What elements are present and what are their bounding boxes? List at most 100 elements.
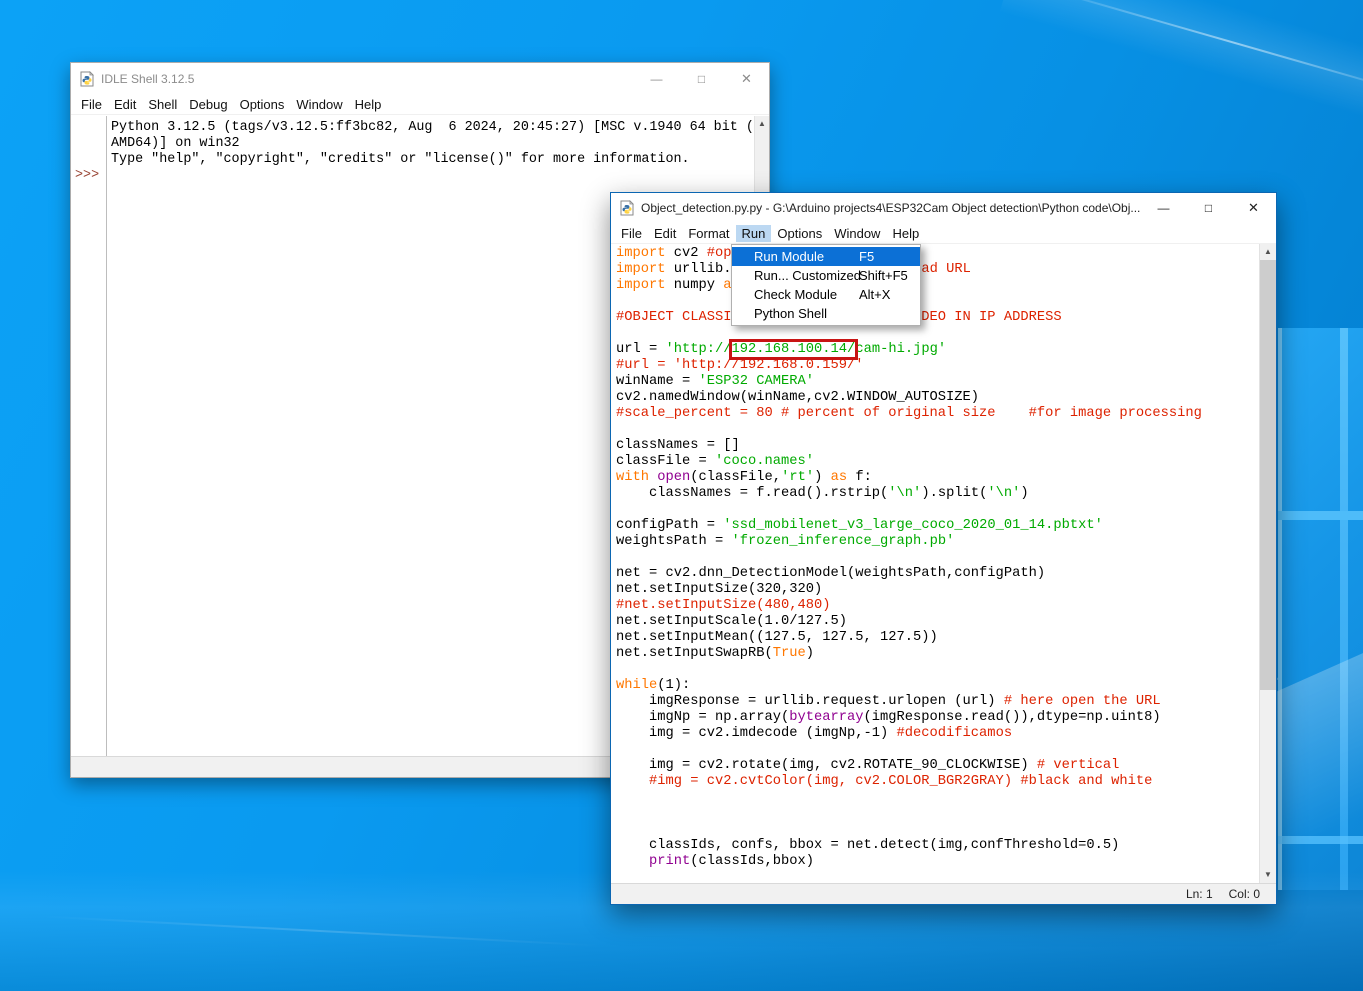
menu-item-edit[interactable]: Edit: [108, 96, 142, 113]
menu-item-options[interactable]: Options: [234, 96, 291, 113]
code-token: img = cv2.imdecode (imgNp,-1): [616, 726, 897, 741]
menu-item-debug[interactable]: Debug: [183, 96, 233, 113]
minimize-icon[interactable]: —: [634, 63, 679, 94]
code-line: net.setInputSwapRB(True): [616, 646, 1258, 662]
code-token: winName =: [616, 374, 699, 389]
code-line: [616, 822, 1258, 838]
menu-item-window[interactable]: Window: [828, 225, 886, 242]
code-line: imgResponse = urllib.request.urlopen (ur…: [616, 694, 1258, 710]
scroll-up-icon[interactable]: ▲: [758, 116, 766, 132]
menu-item-run-module[interactable]: Run Module F5: [732, 247, 920, 266]
code-token: while: [616, 678, 657, 693]
idle-file-icon: [619, 200, 635, 216]
editor-statusbar: Ln: 1 Col: 0: [611, 883, 1276, 904]
menu-item-label: Check Module: [754, 287, 859, 302]
menu-item-file[interactable]: File: [615, 225, 648, 242]
code-token: with: [616, 470, 649, 485]
code-line: with open(classFile,'rt') as f:: [616, 470, 1258, 486]
code-line: classNames = []: [616, 438, 1258, 454]
code-token: '\n': [987, 486, 1020, 501]
code-token: (classIds,bbox): [690, 854, 814, 869]
shell-titlebar[interactable]: IDLE Shell 3.12.5 — □ ✕: [71, 63, 769, 94]
minimize-icon[interactable]: —: [1141, 193, 1186, 223]
code-token: net.setInputSwapRB(: [616, 646, 773, 661]
code-token: [616, 854, 649, 869]
windows-logo-wallpaper: [1278, 328, 1363, 890]
menu-item-options[interactable]: Options: [771, 225, 828, 242]
shell-caption-buttons: — □ ✕: [634, 63, 769, 94]
code-token: (1):: [657, 678, 690, 693]
code-token: as: [831, 470, 848, 485]
close-icon[interactable]: ✕: [1231, 193, 1276, 223]
code-line: while(1):: [616, 678, 1258, 694]
code-line: cv2.namedWindow(winName,cv2.WINDOW_AUTOS…: [616, 390, 1258, 406]
menu-item-run[interactable]: Run: [736, 225, 772, 242]
code-token: 'frozen_inference_graph.pb': [732, 534, 955, 549]
code-line: [616, 502, 1258, 518]
close-icon[interactable]: ✕: [724, 63, 769, 94]
menu-item-label: Run... Customized: [754, 268, 859, 283]
code-token: import: [616, 246, 666, 261]
menu-item-label: Python Shell: [754, 306, 859, 321]
shell-prompt: >>>: [71, 168, 106, 184]
menu-item-accelerator: F5: [859, 249, 874, 264]
editor-window-title: Object_detection.py.py - G:\Arduino proj…: [641, 201, 1140, 215]
scrollbar-thumb[interactable]: [1260, 260, 1276, 690]
menu-item-python-shell[interactable]: Python Shell: [732, 304, 920, 323]
editor-scrollbar[interactable]: ▲ ▼: [1259, 244, 1276, 883]
code-line: classIds, confs, bbox = net.detect(img,c…: [616, 838, 1258, 854]
code-token: 'ESP32 CAMERA': [699, 374, 815, 389]
code-line: [616, 742, 1258, 758]
maximize-icon[interactable]: □: [679, 63, 724, 94]
code-token: 'rt': [781, 470, 814, 485]
menu-item-shell[interactable]: Shell: [142, 96, 183, 113]
code-line: #OBJECT CLASSIFICATION PROGRAM FOR VIDEO…: [616, 310, 1258, 326]
menu-item-help[interactable]: Help: [349, 96, 388, 113]
shell-output-area[interactable]: Python 3.12.5 (tags/v3.12.5:ff3bc82, Aug…: [111, 120, 753, 168]
code-line: [616, 326, 1258, 342]
menu-item-check-module[interactable]: Check Module Alt+X: [732, 285, 920, 304]
run-dropdown-menu: Run Module F5 Run... Customized Shift+F5…: [731, 244, 921, 326]
code-token: import: [616, 278, 666, 293]
menu-item-format[interactable]: Format: [682, 225, 735, 242]
scroll-up-icon[interactable]: ▲: [1264, 244, 1272, 260]
code-token: print: [649, 854, 690, 869]
menu-item-run-customized[interactable]: Run... Customized Shift+F5: [732, 266, 920, 285]
menu-item-file[interactable]: File: [75, 96, 108, 113]
menu-item-window[interactable]: Window: [290, 96, 348, 113]
status-col-indicator: Col: 0: [1229, 887, 1260, 901]
code-line: [616, 422, 1258, 438]
code-token: (imgResponse.read()),dtype=np.uint8): [864, 710, 1161, 725]
code-token: open: [657, 470, 690, 485]
shell-prompt-gutter: >>>: [71, 116, 107, 756]
maximize-icon[interactable]: □: [1186, 193, 1231, 223]
menu-item-help[interactable]: Help: [886, 225, 925, 242]
code-token: classNames = f.read().rstrip(: [616, 486, 888, 501]
code-line: imgNp = np.array(bytearray(imgResponse.r…: [616, 710, 1258, 726]
menu-item-accelerator: Shift+F5: [859, 268, 908, 283]
code-token: configPath =: [616, 518, 723, 533]
code-token: (classFile,: [690, 470, 781, 485]
code-token: # vertical: [1037, 758, 1120, 773]
editor-menubar: File Edit Format Run Options Window Help: [611, 223, 1276, 244]
code-token: #scale_percent = 80 # percent of origina…: [616, 406, 1202, 421]
code-token: ): [806, 646, 814, 661]
code-line: classFile = 'coco.names': [616, 454, 1258, 470]
code-token: 'coco.names': [715, 454, 814, 469]
editor-titlebar[interactable]: Object_detection.py.py - G:\Arduino proj…: [611, 193, 1276, 223]
code-line: classNames = f.read().rstrip('\n').split…: [616, 486, 1258, 502]
menu-item-edit[interactable]: Edit: [648, 225, 682, 242]
code-token: 'ssd_mobilenet_v3_large_coco_2020_01_14.…: [723, 518, 1103, 533]
code-line: [616, 662, 1258, 678]
idle-app-icon: [79, 71, 95, 87]
editor-text-area[interactable]: import cv2 #opencv libraryimport urllib.…: [616, 246, 1258, 870]
code-token: classNames = []: [616, 438, 740, 453]
scroll-down-icon[interactable]: ▼: [1264, 867, 1272, 883]
code-token: cam-hi.jpg': [855, 342, 946, 357]
code-line: print(classIds,bbox): [616, 854, 1258, 870]
code-line: weightsPath = 'frozen_inference_graph.pb…: [616, 534, 1258, 550]
shell-window-title: IDLE Shell 3.12.5: [101, 72, 194, 86]
code-line: #scale_percent = 80 # percent of origina…: [616, 406, 1258, 422]
code-line: import urllib.request #to open and read …: [616, 262, 1258, 278]
windows-logo-horizontal-bar: [1278, 511, 1363, 520]
